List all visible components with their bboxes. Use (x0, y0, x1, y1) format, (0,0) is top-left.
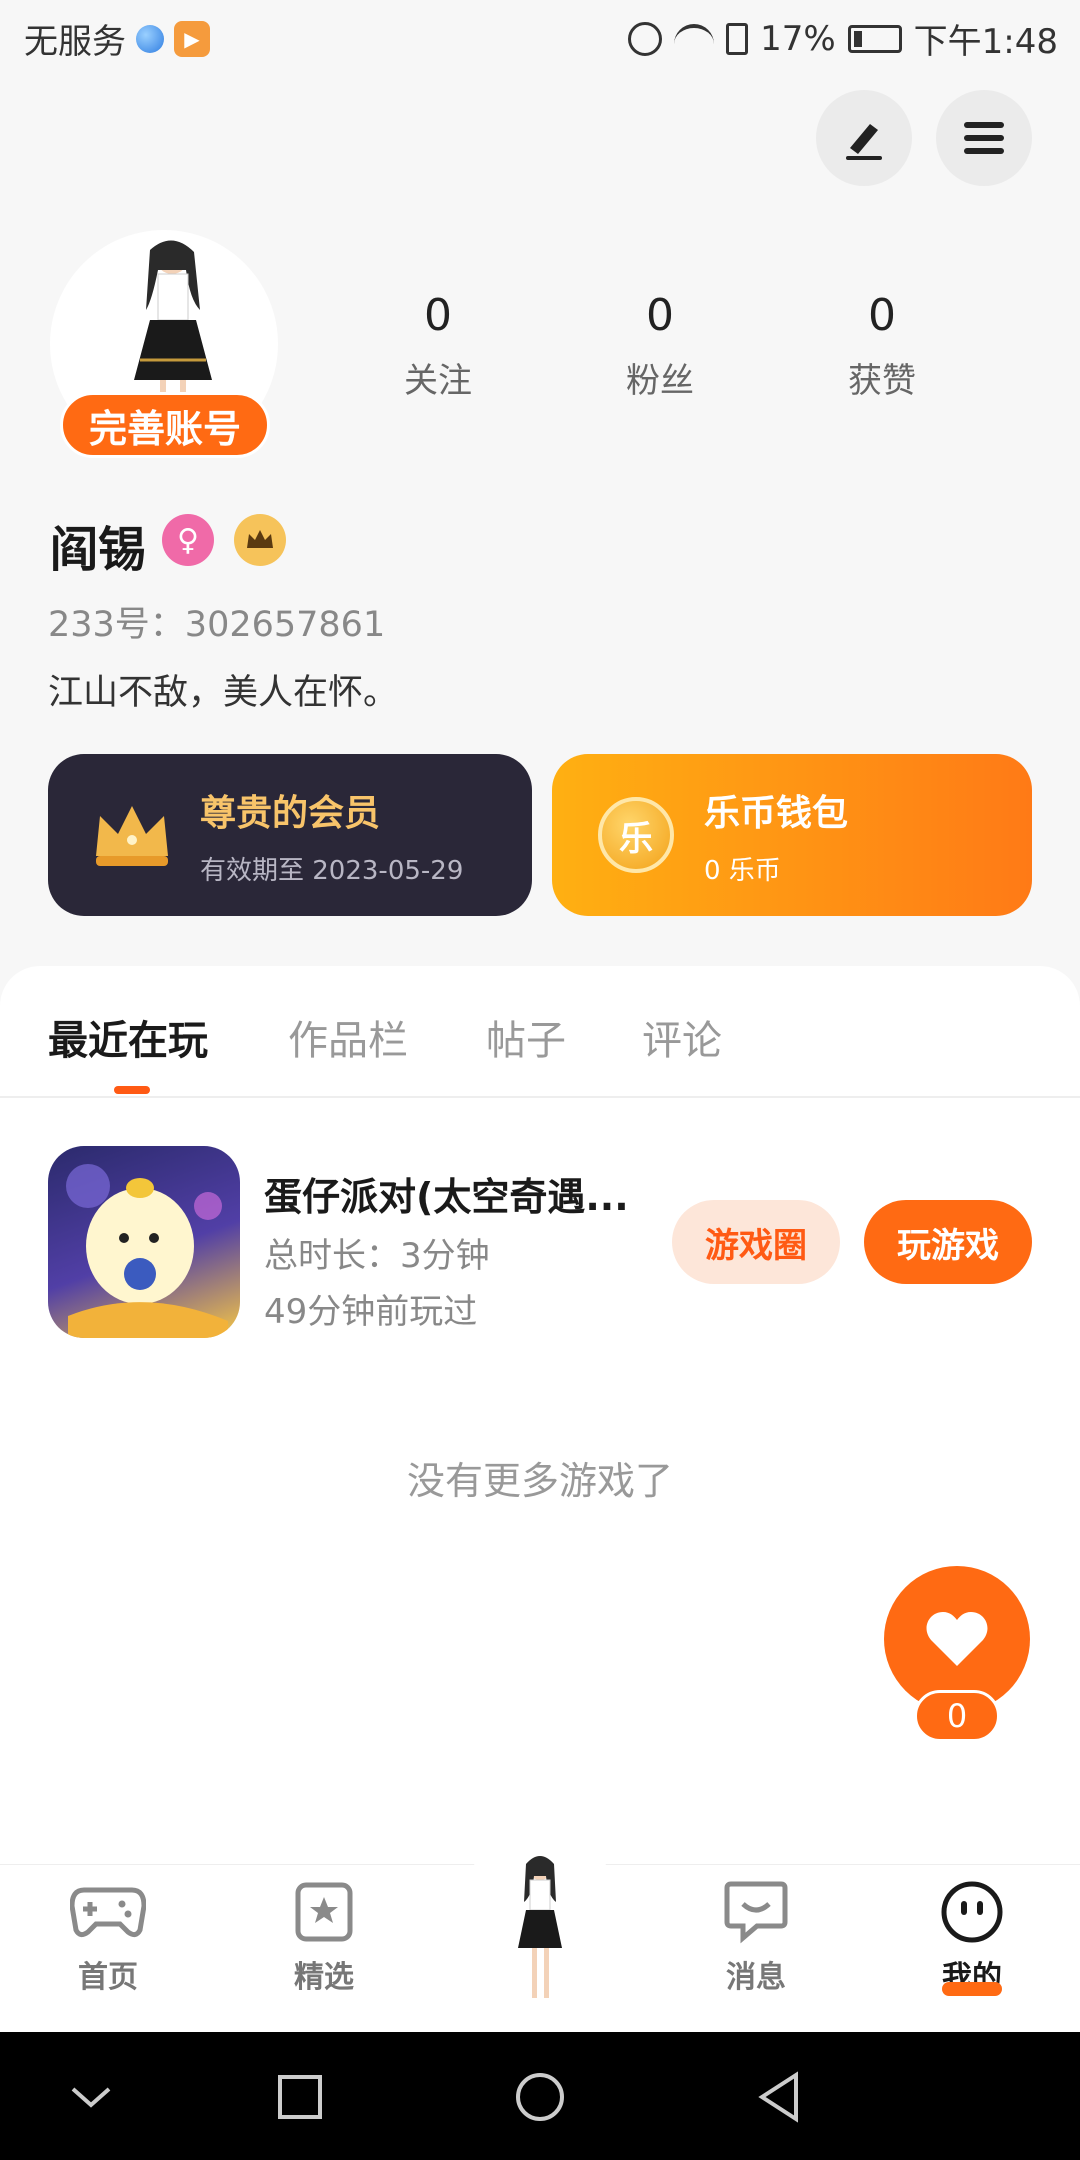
game-circle-button[interactable]: 游戏圈 (672, 1200, 840, 1284)
nav-label: 精选 (294, 1960, 354, 1995)
gamepad-glyph (70, 1887, 146, 1938)
chevron-down-icon[interactable] (56, 2062, 126, 2132)
star-bookmark-icon (286, 1880, 362, 1944)
battery-percent: 17% (760, 18, 836, 59)
gold-crown-glyph (96, 806, 168, 866)
hamburger-menu-icon (964, 122, 1004, 154)
tab-comments[interactable]: 评论 (642, 1008, 722, 1066)
nav-messages[interactable]: 消息 (676, 1880, 836, 1996)
game-icon-art (66, 1164, 228, 1338)
vip-title: 尊贵的会员 (200, 792, 381, 834)
nav-label: 消息 (726, 1960, 786, 1995)
smiley-face-icon (934, 1880, 1010, 1944)
tab-recent-play[interactable]: 最近在玩 (48, 1008, 208, 1066)
tab-posts[interactable]: 帖子 (486, 1008, 566, 1066)
chevron-down-glyph (71, 2087, 111, 2108)
female-gender-icon: ♀ (162, 514, 214, 566)
app-notification-icon: ▶ (174, 20, 210, 57)
stat-label: 获赞 (848, 361, 916, 401)
game-duration: 总时长：3分钟 (264, 1236, 490, 1276)
back-button[interactable] (744, 2062, 814, 2132)
complete-account-badge[interactable]: 完善账号 (60, 392, 270, 458)
status-left: 无服务 ▶ (24, 14, 210, 63)
stat-following[interactable]: 0 关注 (358, 290, 518, 402)
nav-mine[interactable]: 我的 (892, 1880, 1052, 1996)
username: 阎锡 (50, 522, 147, 578)
square-icon (278, 2075, 322, 2119)
circle-icon (516, 2073, 564, 2121)
coin-icon: 乐 (592, 791, 680, 879)
menu-button[interactable] (936, 90, 1032, 186)
chat-bubble-icon (718, 1880, 794, 1944)
nav-label: 首页 (78, 1960, 138, 1995)
status-bar: 无服务 ▶ 17% 下午1:48 (0, 0, 1080, 72)
gamepad-icon (70, 1880, 146, 1944)
triangle-back-icon (758, 2071, 798, 2123)
wallet-balance: 0 乐币 (704, 855, 781, 886)
data-saver-icon (628, 21, 663, 56)
active-tab-indicator (114, 1086, 150, 1094)
no-more-games-text: 没有更多游戏了 (406, 1459, 673, 1503)
nav-center-avatar[interactable] (500, 1846, 580, 2006)
active-nav-indicator (942, 1982, 1002, 1996)
stat-fans[interactable]: 0 粉丝 (580, 290, 740, 402)
battery-icon (847, 24, 902, 53)
like-count: 0 (914, 1690, 1000, 1742)
carrier-text: 无服务 (24, 22, 126, 62)
wallet-title: 乐币钱包 (704, 792, 849, 834)
vip-expiry: 有效期至 2023-05-29 (200, 855, 464, 886)
nav-home[interactable]: 首页 (28, 1880, 188, 1996)
star-bookmark-glyph (295, 1882, 353, 1942)
gold-crown-icon (88, 791, 176, 879)
user-id: 233号：302657861 (48, 605, 386, 645)
coin-glyph: 乐 (598, 797, 674, 873)
stat-value: 0 (868, 290, 896, 341)
clock: 下午1:48 (913, 22, 1058, 62)
home-button[interactable] (505, 2062, 575, 2132)
stat-value: 0 (646, 290, 674, 341)
user-bio: 江山不敌，美人在怀。 (48, 673, 399, 713)
browser-icon (136, 24, 164, 53)
nav-featured[interactable]: 精选 (244, 1880, 404, 1996)
sim-icon (726, 22, 749, 55)
game-icon[interactable] (48, 1146, 240, 1338)
chat-bubble-glyph (724, 1881, 788, 1944)
pencil-icon (846, 124, 882, 160)
tab-works[interactable]: 作品栏 (288, 1008, 408, 1066)
status-right: 17% 下午1:48 (628, 14, 1058, 63)
stat-label: 粉丝 (626, 361, 694, 401)
recent-apps-button[interactable] (265, 2062, 335, 2132)
avatar-figure (518, 1856, 562, 1998)
stat-value: 0 (424, 290, 452, 341)
edit-profile-button[interactable] (816, 90, 912, 186)
game-last-played: 49分钟前玩过 (264, 1292, 478, 1332)
wifi-icon (674, 23, 715, 54)
smiley-face-glyph (941, 1881, 1003, 1943)
heart-icon (926, 1612, 988, 1666)
stat-likes[interactable]: 0 获赞 (802, 290, 962, 402)
crown-icon[interactable] (234, 514, 286, 566)
stat-label: 关注 (404, 361, 472, 401)
vip-card[interactable]: 尊贵的会员 有效期至 2023-05-29 (48, 754, 532, 916)
play-game-button[interactable]: 玩游戏 (864, 1200, 1032, 1284)
crown-glyph (247, 530, 273, 548)
game-title[interactable]: 蛋仔派对(太空奇遇... (264, 1166, 654, 1221)
wallet-card[interactable]: 乐 乐币钱包 0 乐币 (552, 754, 1032, 916)
